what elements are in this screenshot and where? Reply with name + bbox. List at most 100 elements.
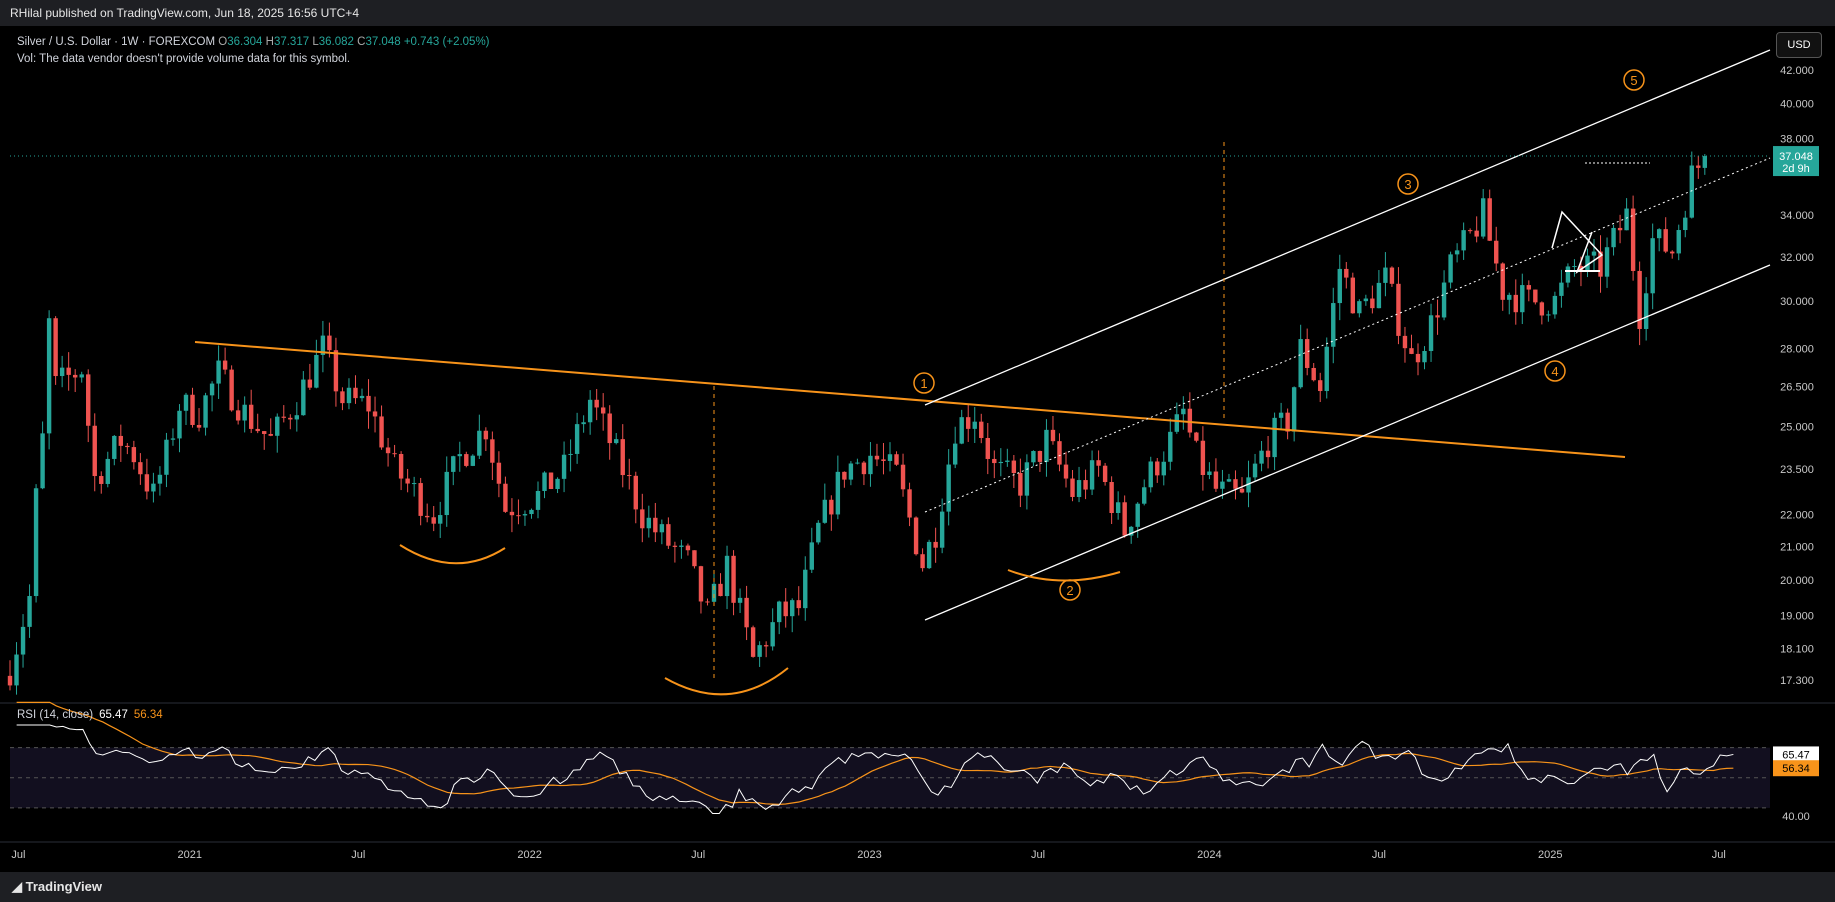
candle: [790, 598, 795, 633]
candle-body: [868, 455, 873, 475]
candle-body: [46, 318, 52, 434]
price-tick-3: 34.000: [1780, 210, 1814, 222]
candle-body: [509, 511, 515, 516]
candle: [1259, 440, 1264, 472]
candle: [1337, 254, 1342, 321]
wave-label-3: 3: [1397, 173, 1419, 195]
candle: [483, 427, 489, 452]
candle: [1370, 285, 1375, 314]
candle-body: [1604, 247, 1610, 277]
candle: [125, 443, 130, 455]
candle: [516, 499, 521, 525]
candle-body: [1702, 156, 1708, 168]
candle-body: [431, 517, 436, 524]
candle-body: [418, 483, 423, 516]
candle-body: [542, 472, 547, 491]
price-chart[interactable]: 1 2 3 4 5 42.000 40.000 38.000 34.000 32.000 30.0…: [0, 0, 1835, 902]
candle-body: [1057, 441, 1062, 465]
candle-body: [900, 464, 906, 490]
candle: [392, 444, 397, 458]
candle: [1676, 224, 1681, 261]
candle-body: [1291, 387, 1297, 432]
wave-number: 1: [920, 376, 927, 391]
candle: [1278, 402, 1284, 429]
candle: [1683, 210, 1688, 238]
candle-body: [86, 374, 91, 426]
candle: [1363, 294, 1369, 306]
candle-body: [203, 395, 208, 428]
candle: [1233, 470, 1238, 500]
candle: [842, 471, 847, 488]
candle-body: [333, 350, 339, 392]
candle: [1396, 267, 1401, 345]
candle: [587, 390, 593, 435]
price-tick-4: 32.000: [1780, 252, 1814, 264]
tradingview-logo[interactable]: ◢ TradingView: [12, 872, 102, 902]
candle-body: [757, 645, 762, 657]
candle: [431, 506, 436, 532]
candle-body: [1278, 412, 1284, 418]
candle-body: [242, 404, 247, 421]
candle: [1357, 299, 1362, 318]
candle-body: [1050, 429, 1056, 442]
wave-number: 3: [1404, 177, 1411, 192]
candle-body: [946, 464, 951, 512]
candle-body: [105, 458, 110, 484]
candle: [470, 454, 476, 467]
candle-body: [894, 454, 899, 465]
candle: [131, 440, 137, 470]
candle-body: [522, 514, 528, 516]
candle-body: [692, 550, 697, 567]
candle: [744, 585, 749, 641]
candle-body: [920, 554, 925, 569]
candle: [457, 441, 462, 472]
candle-body: [366, 395, 371, 412]
candle: [490, 431, 495, 481]
candle: [1526, 280, 1532, 302]
candle: [933, 527, 938, 563]
candle-body: [620, 439, 625, 476]
candle-body: [1415, 353, 1421, 363]
candle: [1402, 326, 1408, 363]
candle: [151, 472, 156, 503]
candle-body: [144, 474, 150, 492]
candle: [27, 584, 32, 638]
candle: [822, 483, 828, 524]
candle-body: [1396, 283, 1401, 336]
candle-body: [281, 416, 286, 418]
candle: [959, 409, 964, 445]
candle-body: [1350, 277, 1356, 314]
candle: [1311, 363, 1316, 382]
candle: [1155, 458, 1160, 483]
candle: [7, 660, 13, 691]
candle: [816, 520, 821, 545]
candle-body: [131, 447, 137, 463]
candle: [620, 424, 625, 488]
candle-body: [535, 490, 541, 510]
candle-body: [1363, 298, 1369, 302]
candle-body: [59, 367, 65, 377]
candle-body: [496, 462, 502, 484]
candle: [861, 460, 867, 486]
candle-body: [1670, 251, 1675, 254]
candle-body: [1194, 432, 1199, 441]
time-tick-7: 2024: [1197, 849, 1221, 861]
candle: [1617, 214, 1623, 244]
candle: [555, 477, 560, 494]
candle: [666, 517, 671, 549]
time-tick-3: 2022: [517, 849, 541, 861]
candle-body: [842, 471, 847, 480]
candle: [913, 516, 919, 556]
candle: [359, 388, 365, 402]
candle-body: [164, 439, 169, 475]
candle-body: [7, 675, 13, 686]
candle-body: [183, 394, 189, 411]
candle-body: [112, 435, 117, 459]
candle-body: [1683, 217, 1688, 231]
candle: [568, 439, 573, 472]
candle-body: [327, 335, 332, 351]
candle-body: [1428, 315, 1434, 352]
candle: [353, 375, 358, 404]
candle-body: [125, 445, 130, 448]
candle: [1304, 328, 1310, 376]
